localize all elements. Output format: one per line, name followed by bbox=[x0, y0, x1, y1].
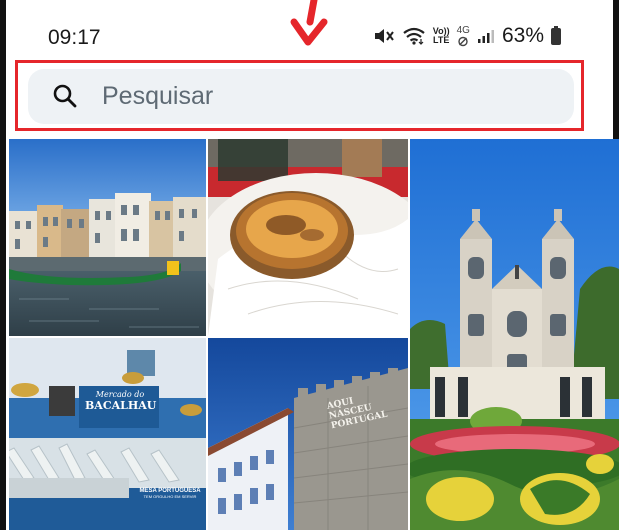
volte-icon: Vo)) LTE bbox=[433, 27, 450, 45]
mute-icon bbox=[373, 27, 395, 45]
photo-castle-wall[interactable]: AQUI NASCEU PORTUGAL bbox=[208, 338, 408, 530]
photo-pastel-de-nata[interactable] bbox=[208, 139, 408, 336]
signal-icon bbox=[477, 28, 495, 44]
battery-icon bbox=[551, 25, 561, 45]
battery-percent: 63% bbox=[501, 24, 544, 47]
status-bar: 09:17 Vo)) LTE 4G 63% bbox=[0, 0, 619, 60]
photo-aveiro-canal[interactable] bbox=[9, 139, 206, 336]
search-icon[interactable] bbox=[52, 83, 78, 109]
photo-bom-jesus[interactable] bbox=[410, 139, 619, 530]
mesa-sign-bottom: TEM ORGULHO EM SERVIR bbox=[143, 494, 197, 499]
bacalhau-sign-bottom: BACALHAU bbox=[85, 399, 157, 412]
status-time: 09:17 bbox=[48, 26, 101, 49]
bacalhau-sign: Mercado do BACALHAU bbox=[85, 390, 157, 412]
bacalhau-sign-top: Mercado do bbox=[95, 390, 145, 399]
mesa-sign: MESA PORTUGUESA TEM ORGULHO EM SERVIR bbox=[137, 488, 203, 499]
network-type-label: 4G bbox=[456, 24, 470, 36]
status-icons: Vo)) LTE 4G 63% bbox=[373, 24, 561, 48]
photo-fish-market[interactable]: Mercado do BACALHAU MESA PORTUGUESA TEM … bbox=[9, 338, 206, 530]
volte-bottom-label: LTE bbox=[433, 35, 450, 45]
wifi-icon bbox=[402, 27, 426, 45]
no-data-icon: 4G bbox=[456, 24, 470, 47]
search-input[interactable] bbox=[102, 76, 542, 116]
